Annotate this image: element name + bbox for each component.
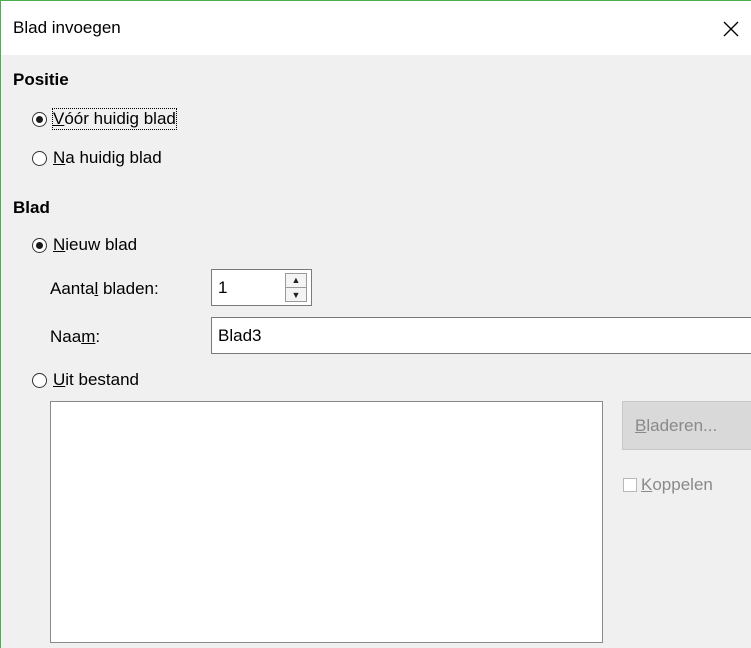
from-file-label: Uit bestand [53, 370, 140, 389]
radio-indicator [32, 150, 47, 166]
insert-sheet-dialog: Blad invoegen Positie Vóór huidig blad N… [0, 0, 751, 648]
arrow-up-icon: ▲ [291, 275, 301, 285]
link-checkbox[interactable]: Koppelen [623, 475, 713, 495]
link-label: Koppelen [641, 475, 713, 494]
dialog-title: Blad invoegen [13, 18, 121, 37]
browse-button[interactable]: Bladeren... [622, 401, 751, 450]
before-current-sheet-radio[interactable]: Vóór huidig blad [32, 108, 177, 130]
file-sheet-list[interactable] [50, 401, 603, 643]
radio-indicator [32, 111, 47, 127]
sheet-heading: Blad [13, 198, 50, 217]
spin-buttons: ▲ ▼ [285, 273, 307, 302]
arrow-down-icon: ▼ [291, 289, 301, 300]
sheet-name-value: Blad3 [218, 326, 262, 345]
sheet-count-label: Aantal bladen: [50, 279, 159, 298]
sheet-name-label: Naam: [50, 327, 101, 346]
dialog-titlebar: Blad invoegen [1, 1, 751, 55]
close-button[interactable] [711, 9, 751, 49]
from-file-radio[interactable]: Uit bestand [32, 370, 139, 390]
sheet-count-value: 1 [218, 278, 228, 297]
close-icon [723, 21, 739, 37]
new-sheet-label: Nieuw blad [53, 235, 138, 254]
after-current-sheet-radio[interactable]: Na huidig blad [32, 148, 162, 168]
spin-up-button[interactable]: ▲ [286, 274, 306, 288]
radio-indicator [32, 372, 47, 388]
sheet-count-spinbox[interactable]: 1 ▲ ▼ [211, 269, 312, 306]
new-sheet-radio[interactable]: Nieuw blad [32, 235, 137, 255]
after-current-sheet-label: Na huidig blad [53, 148, 162, 167]
sheet-name-input[interactable]: Blad3 [211, 317, 751, 354]
checkbox-indicator [623, 478, 637, 492]
spin-down-button[interactable]: ▼ [286, 288, 306, 302]
radio-indicator [32, 237, 47, 253]
position-heading: Positie [13, 70, 69, 89]
before-current-sheet-label: Vóór huidig blad [52, 108, 177, 130]
